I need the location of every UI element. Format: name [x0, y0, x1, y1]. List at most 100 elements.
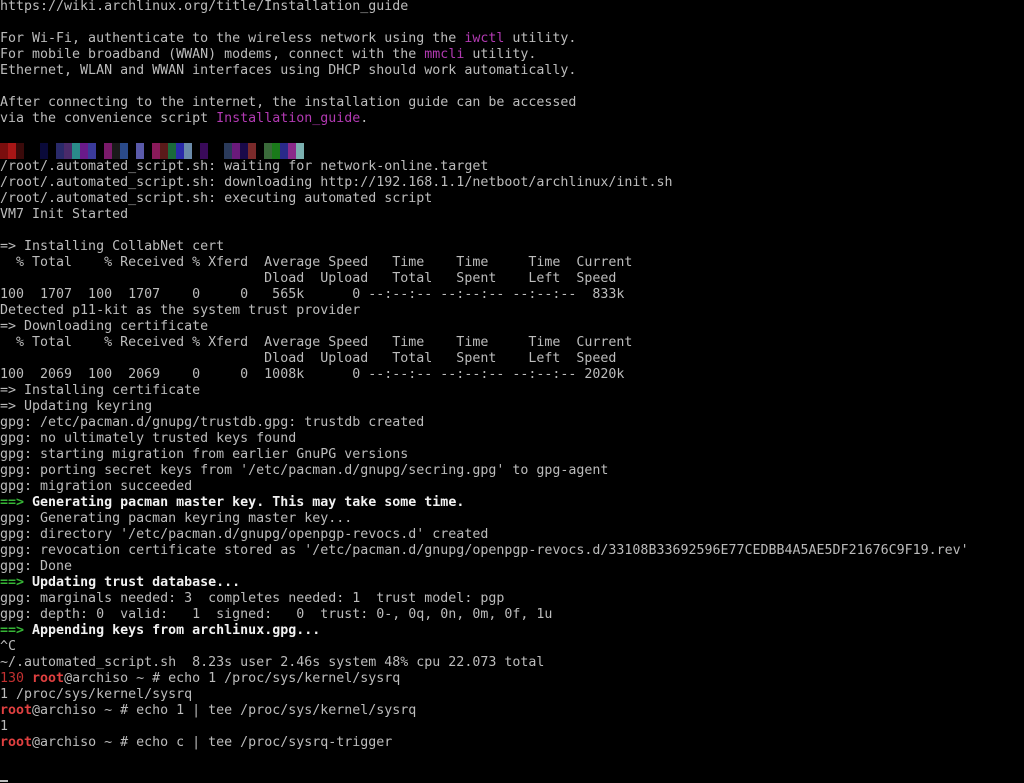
color-cell — [312, 143, 320, 159]
console-line: For mobile broadband (WWAN) modems, conn… — [0, 47, 1024, 63]
console-text: utility. — [504, 31, 577, 46]
console-text: https://wiki.archlinux.org/title/Install… — [0, 0, 409, 14]
color-cell — [128, 143, 136, 159]
console-line: Dload Upload Total Spent Left Speed — [0, 271, 1024, 287]
console-text: utility. — [464, 47, 537, 62]
console-text: gpg: revocation certificate stored as '/… — [0, 543, 969, 558]
console-text: Dload Upload Total Spent Left Speed — [0, 271, 617, 286]
console-text: mmcli — [424, 47, 465, 62]
console-text: VM7 Init Started — [0, 207, 129, 222]
console-line: ==> Generating pacman master key. This m… — [0, 495, 1024, 511]
console-line: /root/.automated_script.sh: executing au… — [0, 191, 1024, 207]
console-line: % Total % Received % Xferd Average Speed… — [0, 335, 1024, 351]
console-text: Appending keys from archlinux.gpg... — [24, 623, 321, 638]
console-text: ==> — [0, 495, 25, 510]
color-test-bar — [0, 143, 1024, 159]
console-text: gpg: starting migration from earlier Gnu… — [0, 447, 409, 462]
console-text: @archiso ~ # echo c | tee /proc/sysrq-tr… — [32, 735, 393, 750]
color-cell — [32, 143, 40, 159]
color-cell — [8, 143, 16, 159]
console-line: root@archiso ~ # echo 1 | tee /proc/sys/… — [0, 703, 1024, 719]
color-cell — [264, 143, 272, 159]
console-text: % Total % Received % Xferd Average Speed… — [0, 255, 633, 270]
console-line: ~/.automated_script.sh 8.23s user 2.46s … — [0, 655, 1024, 671]
console-text: => Updating keyring — [0, 399, 153, 414]
console-text: ~/.automated_script.sh 8.23s user 2.46s … — [0, 655, 545, 670]
console-text: 1 /proc/sys/kernel/sysrq — [0, 687, 193, 702]
console-text: Updating trust database... — [24, 575, 241, 590]
console-line: For Wi-Fi, authenticate to the wireless … — [0, 31, 1024, 47]
color-cell — [272, 143, 280, 159]
console-text: gpg: Generating pacman keyring master ke… — [0, 511, 353, 526]
color-cell — [112, 143, 120, 159]
console-line: gpg: Generating pacman keyring master ke… — [0, 511, 1024, 527]
color-cell — [64, 143, 72, 159]
color-cell — [136, 143, 144, 159]
color-cell — [288, 143, 296, 159]
console-line: => Installing certificate — [0, 383, 1024, 399]
console-text: gpg: porting secret keys from '/etc/pacm… — [0, 463, 609, 478]
console-text: For Wi-Fi, authenticate to the wireless … — [0, 31, 465, 46]
console-text: gpg: marginals needed: 3 completes neede… — [0, 591, 505, 606]
color-cell — [320, 143, 328, 159]
console-line: ^C — [0, 639, 1024, 655]
console-text: 1 — [0, 719, 9, 734]
console-text: 100 1707 100 1707 0 0 565k 0 --:--:-- --… — [0, 287, 625, 302]
console-line: https://wiki.archlinux.org/title/Install… — [0, 0, 1024, 15]
console-line: 100 1707 100 1707 0 0 565k 0 --:--:-- --… — [0, 287, 1024, 303]
console-line: Ethernet, WLAN and WWAN interfaces using… — [0, 63, 1024, 79]
color-cell — [152, 143, 160, 159]
console-text: Detected p11-kit as the system trust pro… — [0, 303, 361, 318]
console-text: Installation_guide — [216, 111, 361, 126]
color-cell — [88, 143, 96, 159]
color-cell — [192, 143, 200, 159]
console-text: ==> — [0, 623, 25, 638]
console-line: => Updating keyring — [0, 399, 1024, 415]
console-line: Detected p11-kit as the system trust pro… — [0, 303, 1024, 319]
color-cell — [200, 143, 208, 159]
color-cell — [184, 143, 192, 159]
console-text: gpg: /etc/pacman.d/gnupg/trustdb.gpg: tr… — [0, 415, 425, 430]
color-cell — [120, 143, 128, 159]
console-line: gpg: /etc/pacman.d/gnupg/trustdb.gpg: tr… — [0, 415, 1024, 431]
console-screen[interactable]: https://wiki.archlinux.org/title/Install… — [0, 0, 1024, 782]
console-text: ==> — [0, 575, 25, 590]
color-cell — [248, 143, 256, 159]
color-cell — [296, 143, 304, 159]
console-text: gpg: migration succeeded — [0, 479, 193, 494]
console-line: 130 root@archiso ~ # echo 1 /proc/sys/ke… — [0, 671, 1024, 687]
color-cell — [0, 143, 8, 159]
console-line: gpg: Done — [0, 559, 1024, 575]
color-cell — [256, 143, 264, 159]
color-cell — [144, 143, 152, 159]
color-cell — [16, 143, 24, 159]
console-text: 100 2069 100 2069 0 0 1008k 0 --:--:-- -… — [0, 367, 625, 382]
console-line: After connecting to the internet, the in… — [0, 95, 1024, 111]
console-line — [0, 767, 1024, 783]
console-text: gpg: Done — [0, 559, 73, 574]
console-text: For mobile broadband (WWAN) modems, conn… — [0, 47, 425, 62]
console-line: => Downloading certificate — [0, 319, 1024, 335]
color-cell — [96, 143, 104, 159]
console-line: ==> Appending keys from archlinux.gpg... — [0, 623, 1024, 639]
console-text: => Downloading certificate — [0, 319, 209, 334]
text-cursor — [0, 780, 8, 782]
console-line: % Total % Received % Xferd Average Speed… — [0, 255, 1024, 271]
console-line: gpg: directory '/etc/pacman.d/gnupg/open… — [0, 527, 1024, 543]
console-text: via the convenience script — [0, 111, 217, 126]
console-text: /root/.automated_script.sh: executing au… — [0, 191, 433, 206]
console-line: => Installing CollabNet cert — [0, 239, 1024, 255]
color-cell — [304, 143, 312, 159]
color-cell — [208, 143, 216, 159]
console-text: ^C — [0, 639, 17, 654]
console-text: Dload Upload Total Spent Left Speed — [0, 351, 617, 366]
console-line: gpg: migration succeeded — [0, 479, 1024, 495]
console-line: /root/.automated_script.sh: waiting for … — [0, 159, 1024, 175]
console-line: gpg: revocation certificate stored as '/… — [0, 543, 1024, 559]
console-line: 1 /proc/sys/kernel/sysrq — [0, 687, 1024, 703]
color-cell — [240, 143, 248, 159]
